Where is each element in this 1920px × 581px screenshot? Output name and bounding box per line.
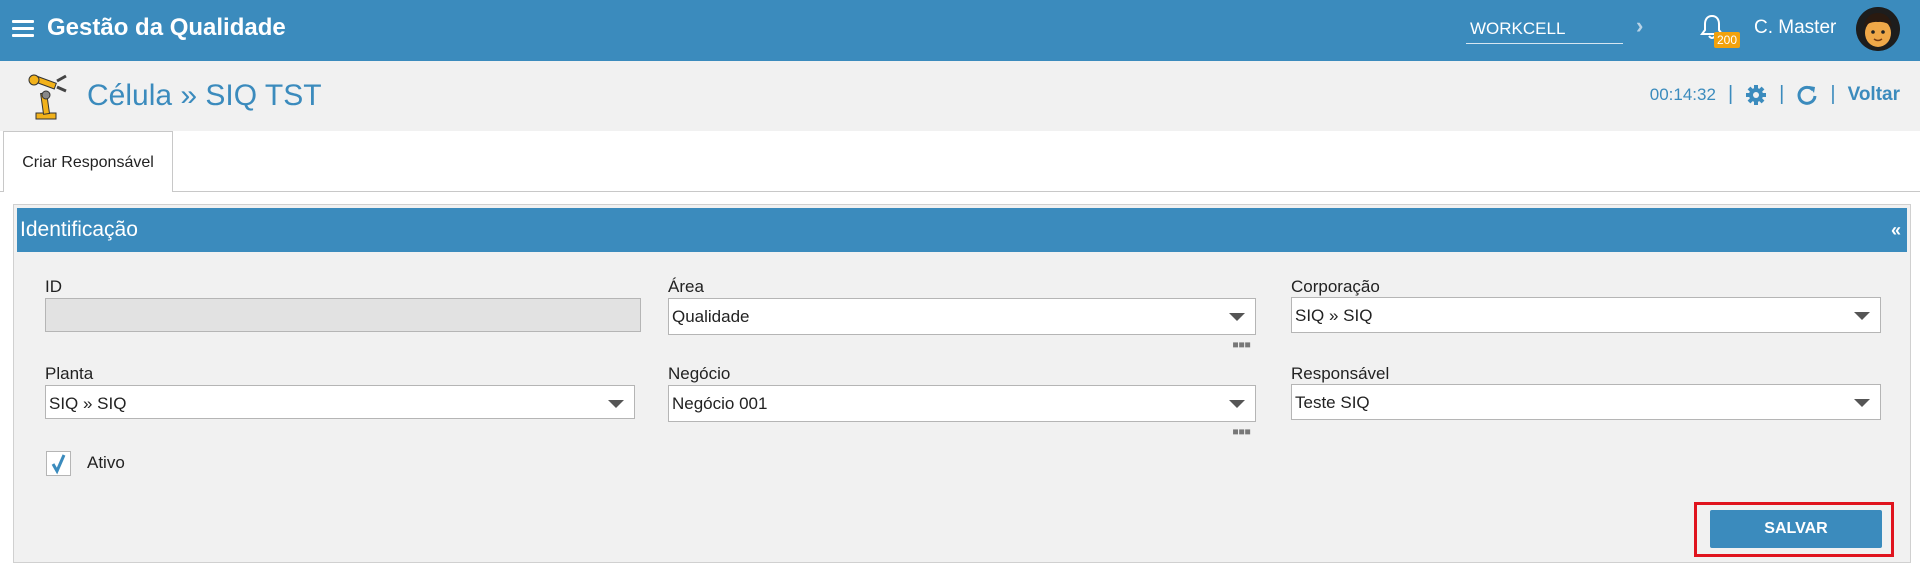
negocio-label: Negócio [668,364,731,383]
panel-title: Identificação [20,218,138,241]
responsavel-label: Responsável [1291,364,1390,383]
ativo-checkbox[interactable] [46,451,71,476]
divider: | [1830,83,1836,105]
planta-label: Planta [45,364,94,383]
top-bar: Gestão da Qualidade WORKCELL › 200 C. Ma… [0,0,1920,61]
panel-header: Identificação « [17,208,1907,252]
responsavel-value: Teste SIQ [1295,393,1370,412]
divider: | [1779,83,1785,105]
corporacao-label: Corporação [1291,277,1380,296]
page-title: Célula » SIQ TST [87,79,322,112]
corporacao-select[interactable]: SIQ » SIQ [1291,297,1881,333]
chevron-down-icon[interactable] [1854,312,1870,320]
back-link[interactable]: Voltar [1848,84,1900,106]
tab-bar: Criar Responsável [0,131,1920,193]
notification-badge: 200 [1714,32,1741,48]
planta-select[interactable]: SIQ » SIQ [45,385,635,419]
responsavel-select[interactable]: Teste SIQ [1291,384,1881,420]
avatar[interactable] [1856,7,1900,51]
negocio-select[interactable]: Negócio 001 [668,385,1256,422]
area-label: Área [668,277,704,296]
chevron-down-icon[interactable] [1229,400,1245,408]
area-select[interactable]: Qualidade [668,298,1256,335]
corporacao-value: SIQ » SIQ [1295,306,1373,325]
chevron-down-icon[interactable] [608,400,624,408]
session-timer: 00:14:32 [1649,84,1716,104]
chevron-down-icon[interactable] [1229,313,1245,321]
chevron-right-icon[interactable]: › [1636,13,1643,39]
save-button[interactable]: SALVAR [1710,510,1882,548]
more-options-icon[interactable]: ▪▪▪ [1232,421,1251,444]
id-field [45,298,641,332]
app-title: Gestão da Qualidade [47,14,286,41]
checkmark-icon [51,454,66,475]
id-label: ID [45,277,62,296]
divider: | [1727,83,1734,105]
planta-value: SIQ » SIQ [49,394,127,413]
workcell-selector[interactable]: WORKCELL [1466,12,1623,44]
collapse-icon[interactable]: « [1891,220,1901,241]
negocio-value: Negócio 001 [672,394,768,413]
refresh-icon[interactable] [1796,84,1818,106]
area-value: Qualidade [672,307,750,326]
menu-icon[interactable] [12,20,34,38]
header-actions: 00:14:32 | | | Voltar [1650,83,1900,106]
more-options-icon[interactable]: ▪▪▪ [1232,334,1251,357]
tab-criar-responsavel[interactable]: Criar Responsável [3,131,173,193]
chevron-down-icon[interactable] [1854,399,1870,407]
user-name[interactable]: C. Master [1754,17,1836,39]
ativo-label: Ativo [87,453,125,472]
robot-arm-icon [28,74,67,120]
page-header: Célula » SIQ TST 00:14:32 | | | Voltar [0,61,1920,131]
avatar-icon [1856,7,1900,51]
gear-icon[interactable] [1745,84,1767,106]
